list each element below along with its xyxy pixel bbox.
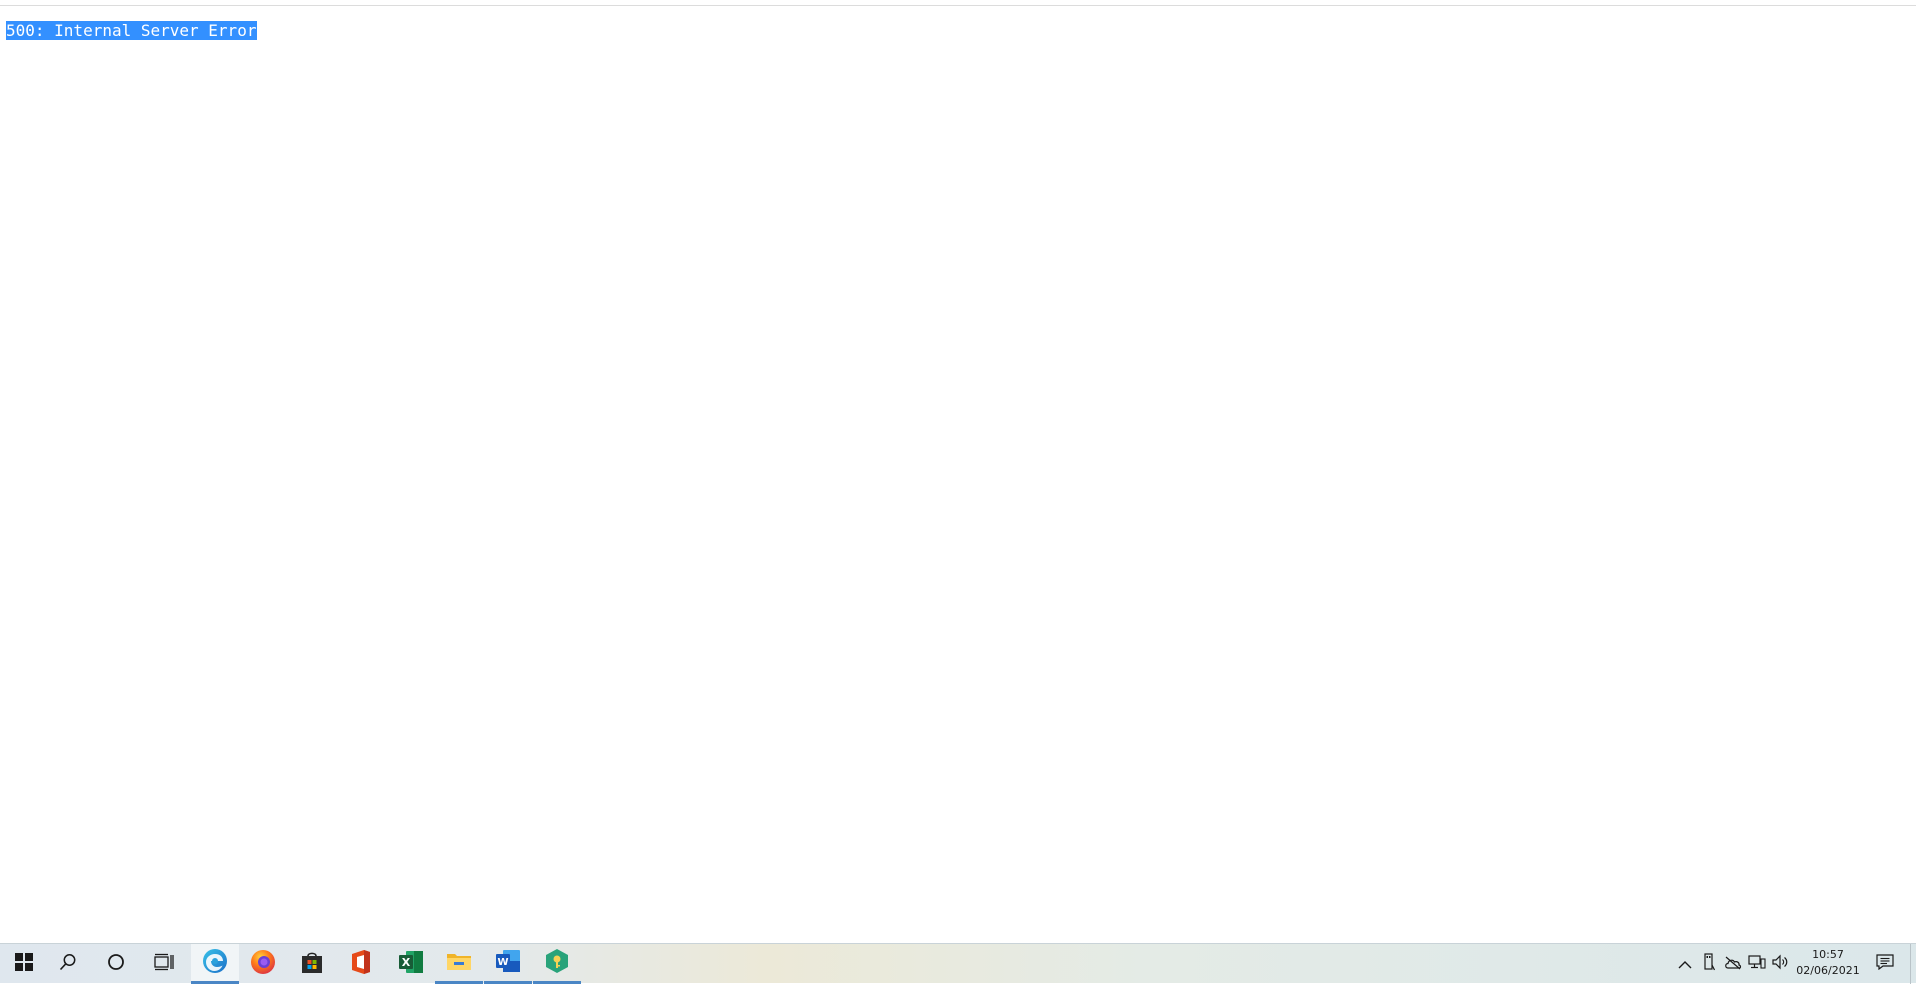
- search-button[interactable]: [44, 944, 92, 984]
- taskbar-excel[interactable]: X: [387, 944, 435, 984]
- task-view-icon: [154, 953, 174, 975]
- firefox-icon: [250, 949, 276, 979]
- tray-onedrive[interactable]: [1722, 952, 1744, 976]
- taskbar-office[interactable]: [337, 944, 385, 984]
- onedrive-offline-icon: [1724, 955, 1742, 974]
- cortana-button[interactable]: [92, 944, 140, 984]
- office-icon: [350, 949, 372, 979]
- action-center-button[interactable]: [1870, 944, 1900, 984]
- clock-date: 02/06/2021: [1796, 964, 1860, 977]
- taskbar-word[interactable]: W: [484, 944, 532, 984]
- taskbar-file-explorer[interactable]: [435, 944, 483, 984]
- svg-text:X: X: [402, 956, 411, 969]
- taskbar-clock[interactable]: 10:57 02/06/2021: [1792, 947, 1864, 981]
- taskbar-edge[interactable]: [191, 944, 239, 984]
- show-desktop-button[interactable]: [1910, 944, 1916, 984]
- browser-page: 500: Internal Server Error: [0, 6, 1916, 943]
- tray-network[interactable]: [1746, 952, 1768, 976]
- start-button[interactable]: [0, 944, 48, 984]
- cortana-icon: [107, 953, 125, 975]
- keepass-icon: [545, 948, 569, 978]
- tray-usb-device[interactable]: [1698, 952, 1720, 976]
- volume-icon: [1772, 954, 1790, 974]
- taskbar-firefox[interactable]: [239, 944, 287, 984]
- word-icon: W: [495, 949, 521, 977]
- chevron-up-icon: [1678, 955, 1692, 974]
- taskbar-keepass[interactable]: [533, 944, 581, 984]
- usb-device-icon: [1703, 953, 1716, 975]
- search-icon: [59, 953, 77, 975]
- windows-start-icon: [15, 953, 33, 975]
- svg-text:W: W: [497, 957, 508, 968]
- taskbar: X W 10:57 02/06/2021: [0, 943, 1916, 984]
- edge-icon: [202, 948, 228, 978]
- excel-icon: X: [398, 950, 424, 978]
- show-hidden-icons-button[interactable]: [1674, 952, 1696, 976]
- folder-icon: [446, 950, 472, 976]
- network-icon: [1748, 954, 1766, 974]
- clock-time: 10:57: [1812, 948, 1844, 961]
- taskbar-store[interactable]: [288, 944, 336, 984]
- task-view-button[interactable]: [140, 944, 188, 984]
- tray-volume[interactable]: [1770, 952, 1792, 976]
- notification-center-icon: [1876, 954, 1894, 974]
- error-message: 500: Internal Server Error: [6, 21, 258, 40]
- store-bag-icon: [300, 950, 324, 978]
